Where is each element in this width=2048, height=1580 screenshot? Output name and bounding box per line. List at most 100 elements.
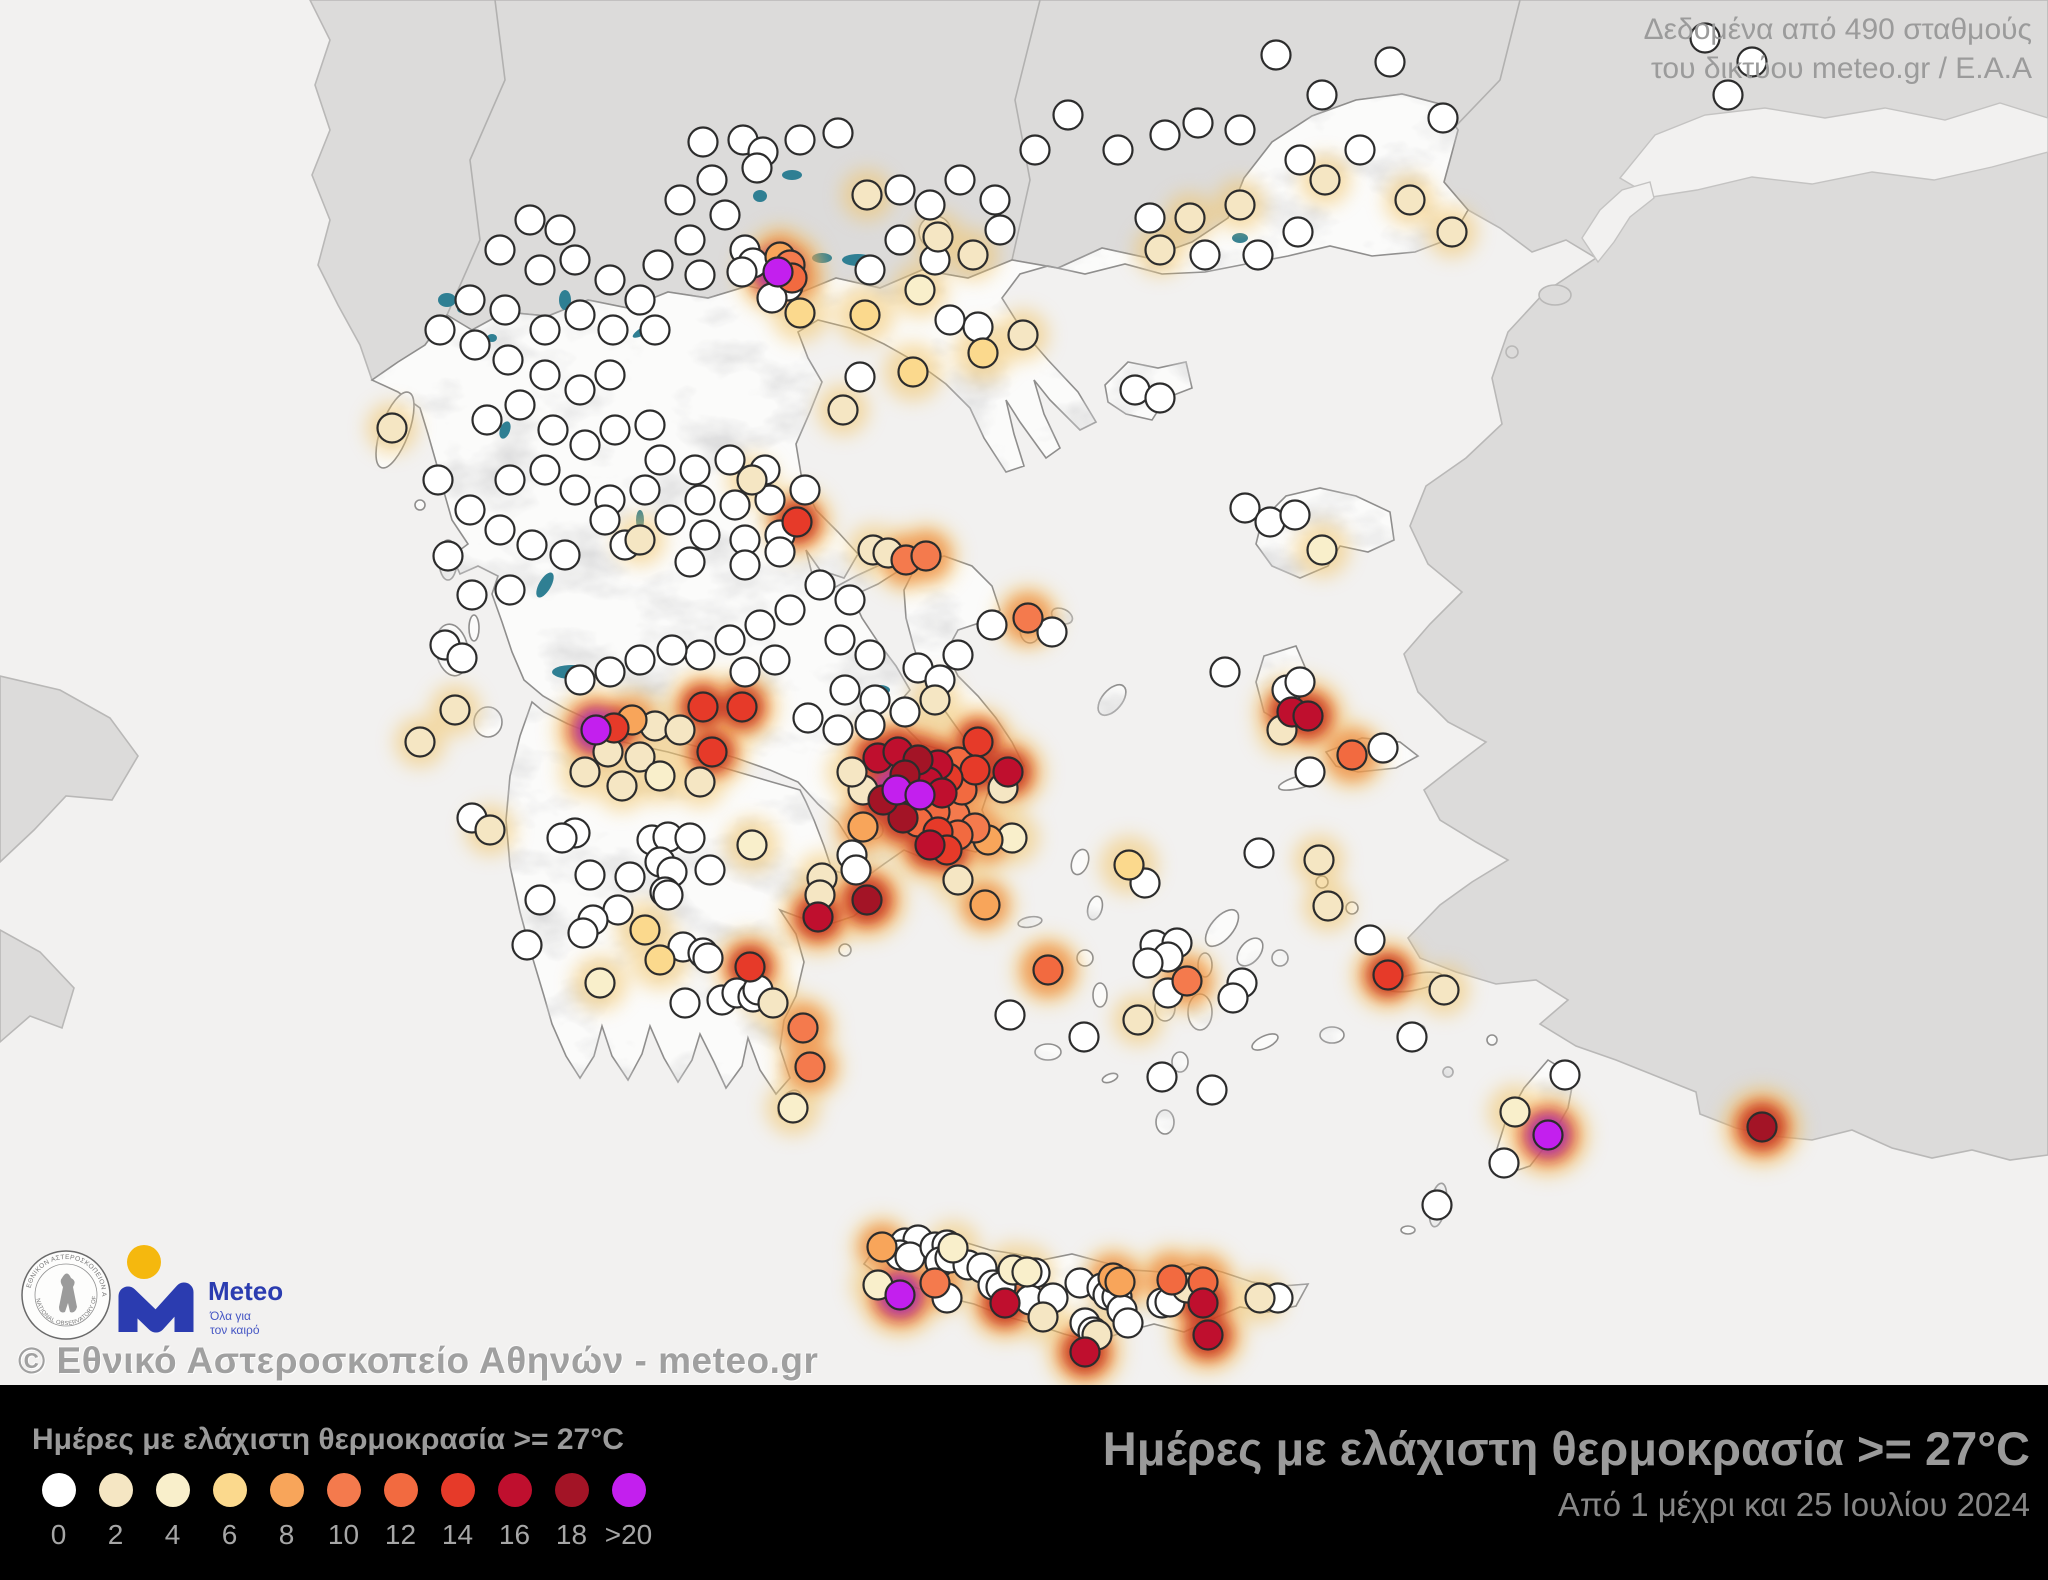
station-dot [631,916,660,945]
legend-swatch [612,1473,646,1507]
station-dot [1226,116,1255,145]
station-dot [644,251,673,280]
station-dot [591,506,620,535]
legend-label: 18 [543,1519,600,1551]
station-dot [626,646,655,675]
legend-item: 14 [429,1473,486,1551]
station-dot [676,226,705,255]
legend-scale: 024681012141618>20 [30,1473,657,1551]
station-dot [978,611,1007,640]
legend-swatch [441,1473,475,1507]
map-period: Από 1 μέχρι και 25 Ιουλίου 2024 [1103,1486,2030,1524]
station-dot [694,944,723,973]
station-dot [531,456,560,485]
station-dot [1184,109,1213,138]
legend-swatch [384,1473,418,1507]
station-dot [456,286,485,315]
station-dot [646,946,675,975]
station-dot [698,166,727,195]
station-dot [736,953,765,982]
station-dot [946,166,975,195]
station-dot [599,316,628,345]
station-dot [728,258,757,287]
legend-item: 16 [486,1473,543,1551]
station-dot [964,728,993,757]
attribution-line2: του δικτύου meteo.gr / Ε.Α.Α [1644,49,2032,88]
station-dot [991,1289,1020,1318]
station-dot [1286,146,1315,175]
station-dot [766,538,795,567]
station-dot [924,223,953,252]
station-dot [886,226,915,255]
legend-item: 2 [87,1473,144,1551]
station-dot [1314,892,1343,921]
legend-swatch [99,1473,133,1507]
station-dot [1124,1006,1153,1035]
station-dot [961,756,990,785]
station-dot [666,186,695,215]
station-dot [531,361,560,390]
station-dot [1423,1191,1452,1220]
meteo-logo-m [128,1292,184,1332]
station-dot [738,831,767,860]
station-dot [1262,41,1291,70]
station-dot [891,698,920,727]
station-dot [1294,702,1323,731]
station-dot [761,646,790,675]
station-dot [1009,321,1038,350]
station-dot [1346,136,1375,165]
station-dot [571,431,600,460]
station-dot [824,119,853,148]
station-dot [868,1233,897,1262]
station-dot [513,931,542,960]
meteo-logo-text: Meteo [208,1276,283,1306]
station-dot [596,658,625,687]
station-dot [426,316,455,345]
station-dot [441,696,470,725]
station-dot [971,891,1000,920]
station-dot [566,666,595,695]
station-dot [886,1281,915,1310]
station-dot [424,466,453,495]
station-dot [853,886,882,915]
station-dot [406,728,435,757]
station-dot [1134,949,1163,978]
station-dot [1438,218,1467,247]
station-dot [496,466,525,495]
legend-label: 14 [429,1519,486,1551]
station-dot [641,316,670,345]
legend-label: 12 [372,1519,429,1551]
legend-swatch [42,1473,76,1507]
station-dot [746,611,775,640]
station-dot [916,831,945,860]
station-dot [906,781,935,810]
station-dot [691,521,720,550]
station-dot [476,816,505,845]
station-dot [921,1269,950,1298]
station-dot [646,762,675,791]
station-dot [1374,961,1403,990]
legend-swatch [555,1473,589,1507]
station-dot [986,216,1015,245]
station-dot [518,531,547,560]
station-dot [546,216,575,245]
station-dot [1308,536,1337,565]
map-title: Ημέρες με ελάχιστη θερμοκρασία >= 27°C [1103,1421,2030,1476]
station-dot [1748,1113,1777,1142]
footer-title-block: Ημέρες με ελάχιστη θερμοκρασία >= 27°C Α… [1103,1421,2030,1524]
station-dot [1104,136,1133,165]
station-dot [561,246,590,275]
station-dot [849,813,878,842]
station-dot [886,176,915,205]
station-dot [491,296,520,325]
station-dot [1305,846,1334,875]
station-dot [601,416,630,445]
station-dot [1396,186,1425,215]
station-dot [981,186,1010,215]
station-dot [964,313,993,342]
station-dot [851,301,880,330]
station-dot [626,286,655,315]
station-dot [526,886,555,915]
station-dot [916,191,945,220]
station-dot [506,391,535,420]
